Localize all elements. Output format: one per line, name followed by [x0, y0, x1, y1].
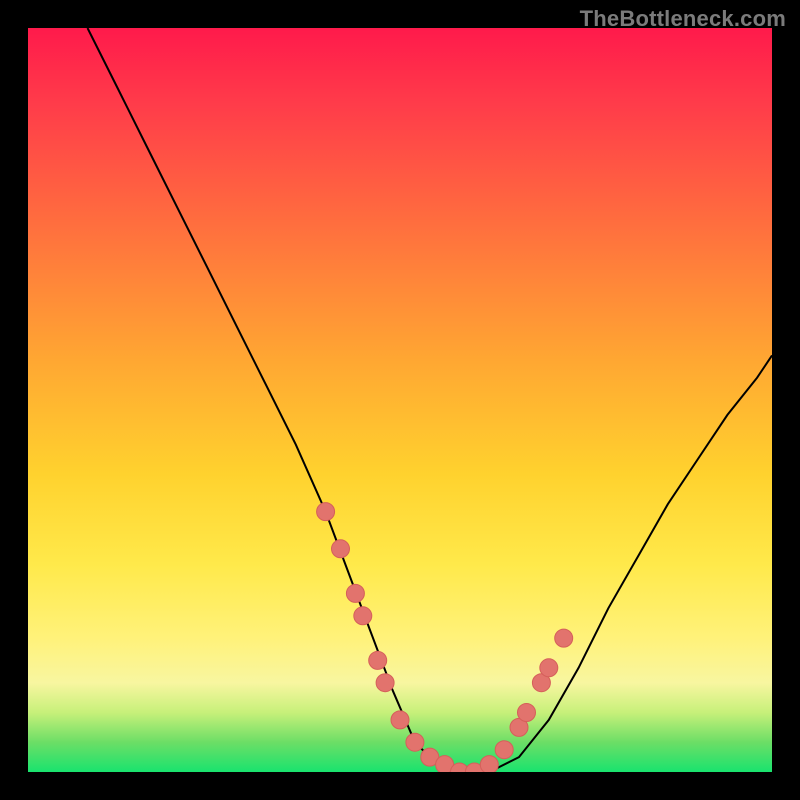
curve-marker [480, 756, 498, 772]
curve-marker [317, 503, 335, 521]
bottleneck-curve [88, 28, 773, 772]
curve-marker [495, 741, 513, 759]
curve-marker [376, 674, 394, 692]
curve-marker [518, 704, 536, 722]
curve-marker [346, 584, 364, 602]
curve-marker [369, 651, 387, 669]
curve-marker [332, 540, 350, 558]
curve-marker [406, 733, 424, 751]
curve-markers [317, 503, 573, 772]
chart-overlay [28, 28, 772, 772]
curve-marker [540, 659, 558, 677]
curve-marker [354, 607, 372, 625]
curve-marker [555, 629, 573, 647]
curve-marker [391, 711, 409, 729]
